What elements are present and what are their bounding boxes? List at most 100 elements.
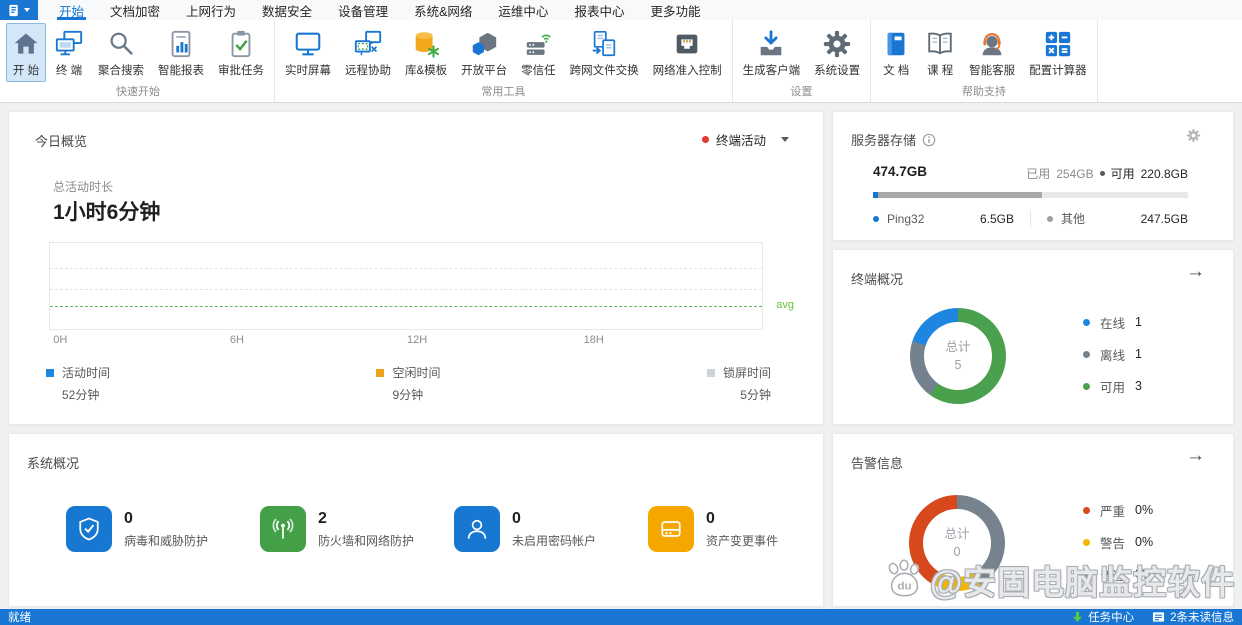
stat-label: 资产变更事件 <box>706 533 779 548</box>
ribbon-button-terminal[interactable]: 终 端 <box>48 23 90 82</box>
ribbon-label-generate-client: 生成客户端 <box>742 65 801 77</box>
stat-asset-change-events[interactable]: 0 资产变更事件 <box>648 506 842 552</box>
legend-offline: 离线 1 <box>1083 338 1142 370</box>
unread-messages-button[interactable]: 2条未读信息 <box>1152 609 1234 625</box>
app-menu-caret-icon <box>24 8 30 12</box>
ribbon-button-realtime-screen[interactable]: 实时屏幕 <box>279 23 337 82</box>
ribbon-button-zero-trust[interactable]: 零信任 <box>515 23 562 82</box>
nac-icon <box>672 28 702 60</box>
alert-detail-arrow-icon[interactable]: → <box>1186 446 1205 465</box>
ribbon-button-remote-assist[interactable]: 远程协助 <box>339 23 397 82</box>
legend-online: 在线 1 <box>1083 306 1142 338</box>
tab-device-management[interactable]: 设备管理 <box>325 0 401 20</box>
terminal-detail-arrow-icon[interactable]: → <box>1186 262 1205 281</box>
total-activity-value: 1小时6分钟 <box>53 201 161 224</box>
ribbon-button-cross-network-file-exchange[interactable]: 跨网文件交换 <box>564 23 645 82</box>
calculator-icon <box>1043 28 1073 60</box>
ribbon-button-open-platform[interactable]: 开放平台 <box>455 23 513 82</box>
ribbon-group-label-help-support: 帮助支持 <box>961 86 1006 98</box>
support-icon <box>977 28 1007 60</box>
ribbon-label-smart-support: 智能客服 <box>969 65 1016 77</box>
tab-report-center[interactable]: 报表中心 <box>561 0 637 20</box>
x-axis-ticks: 0H 6H 12H 18H <box>49 334 761 348</box>
ribbon-label-config-calculator: 配置计算器 <box>1029 65 1087 77</box>
avg-reference-line <box>50 305 762 307</box>
tab-data-security[interactable]: 数据安全 <box>249 0 325 20</box>
statusbar: 就绪 任务中心 2条未读信息 <box>0 609 1242 625</box>
legend-dot-icon <box>1083 538 1090 546</box>
stat-firewall-network-protection[interactable]: 2 防火墙和网络防护 <box>260 506 454 552</box>
ribbon: 开 始 终 端 聚合搜索 智能报表 审批任务 快速开始 实时屏幕 远程协助 库&… <box>0 20 1242 103</box>
ribbon-button-config-calculator[interactable]: 配置计算器 <box>1023 23 1093 82</box>
terminal-overview-title: 终端概况 <box>851 272 904 287</box>
unread-messages-label: 2条未读信息 <box>1170 612 1234 624</box>
panel-terminal-overview: 终端概况 → 总计 5 在线 1 离线 1 可用 3 <box>832 249 1234 425</box>
ribbon-spacer <box>1098 20 1242 102</box>
ribbon-button-start[interactable]: 开 始 <box>6 23 46 82</box>
ribbon-group-label-settings: 设置 <box>790 86 813 98</box>
app-menu-button[interactable] <box>0 0 38 20</box>
ribbon-button-aggregate-search[interactable]: 聚合搜索 <box>92 23 150 82</box>
tab-ops-center[interactable]: 运维中心 <box>485 0 561 20</box>
legend-label: 离线 <box>1100 348 1126 363</box>
ribbon-button-approval-tasks[interactable]: 审批任务 <box>212 23 270 82</box>
legend-dot-icon <box>873 215 879 222</box>
legend-idle-time: 空闲时间 9分钟 <box>376 364 441 403</box>
legend-swatch-icon <box>706 368 715 377</box>
alerts-legend: 严重 0% 警告 0% 普通 0% <box>1083 494 1153 590</box>
ribbon-button-network-access-control[interactable]: 网络准入控制 <box>647 23 728 82</box>
legend-ping32: Ping32 6.5GB <box>873 212 1014 226</box>
server-storage-title: 服务器存储 <box>851 133 917 148</box>
tab-start[interactable]: 开始 <box>46 0 97 20</box>
stat-accounts-without-password[interactable]: 0 未启用密码帐户 <box>454 506 648 552</box>
ribbon-button-library-templates[interactable]: 库&模板 <box>399 23 453 82</box>
stat-value: 0 <box>124 509 133 527</box>
app-window: 开始 文档加密 上网行为 数据安全 设备管理 系统&网络 运维中心 报表中心 更… <box>0 0 1242 625</box>
legend-dot-icon <box>1083 506 1090 514</box>
gear-icon <box>822 28 852 60</box>
search-icon <box>106 28 136 60</box>
ribbon-group-label-quick-start: 快速开始 <box>116 86 160 98</box>
home-icon <box>12 28 40 60</box>
task-center-button[interactable]: 任务中心 <box>1072 609 1134 625</box>
ribbon-button-courses[interactable]: 课 程 <box>919 23 961 82</box>
tick-18h: 18H <box>583 334 604 346</box>
free-label: 可用 <box>1110 167 1135 181</box>
stat-virus-threat-protection[interactable]: 0 病毒和威胁防护 <box>66 506 260 552</box>
asset-icon <box>648 506 694 552</box>
ribbon-label-open-platform: 开放平台 <box>461 65 508 77</box>
activity-filter-dropdown[interactable]: 终端活动 <box>701 130 789 149</box>
tab-internet-behavior[interactable]: 上网行为 <box>173 0 249 20</box>
ribbon-group-help-support: 文 档 课 程 智能客服 配置计算器 帮助支持 <box>871 20 1098 102</box>
terminals-icon <box>54 28 84 60</box>
legend-label: Ping32 <box>887 211 925 226</box>
user-icon <box>454 506 500 552</box>
legend-label: 普通 <box>1100 568 1126 583</box>
alert-info-title: 告警信息 <box>851 456 904 471</box>
tab-doc-encryption[interactable]: 文档加密 <box>97 0 173 20</box>
ribbon-label-aggregate-search: 聚合搜索 <box>98 65 144 77</box>
storage-settings-gear-icon[interactable] <box>1186 128 1201 148</box>
ribbon-button-system-settings[interactable]: 系统设置 <box>808 23 866 82</box>
ribbon-button-generate-client[interactable]: 生成客户端 <box>737 23 807 82</box>
tab-more-features[interactable]: 更多功能 <box>637 0 713 20</box>
ribbon-button-smart-report[interactable]: 智能报表 <box>152 23 210 82</box>
legend-value: 0% <box>1135 503 1154 517</box>
today-overview-title: 今日概览 <box>35 134 88 149</box>
legend-value: 3 <box>1135 379 1142 393</box>
info-icon[interactable] <box>922 133 936 147</box>
legend-active-time: 活动时间 52分钟 <box>46 364 110 403</box>
status-ready-text: 就绪 <box>8 612 31 624</box>
ribbon-button-smart-support[interactable]: 智能客服 <box>963 23 1021 82</box>
legend-value: 0% <box>1135 567 1154 581</box>
legend-value: 9分钟 <box>392 388 424 402</box>
legend-normal: 普通 0% <box>1083 558 1153 590</box>
tab-system-network[interactable]: 系统&网络 <box>401 0 485 20</box>
ribbon-button-docs[interactable]: 文 档 <box>875 23 917 82</box>
legend-value: 0% <box>1135 535 1154 549</box>
panel-alert-info: 告警信息 → 总计 0 严重 0% 警告 0% 普通 0% <box>832 433 1234 607</box>
ribbon-label-docs: 文 档 <box>883 65 910 77</box>
used-value: 254GB <box>1056 166 1094 181</box>
storage-usage: 已用 254GB 可用 220.8GB <box>1026 165 1188 182</box>
legend-value: 52分钟 <box>62 388 100 402</box>
